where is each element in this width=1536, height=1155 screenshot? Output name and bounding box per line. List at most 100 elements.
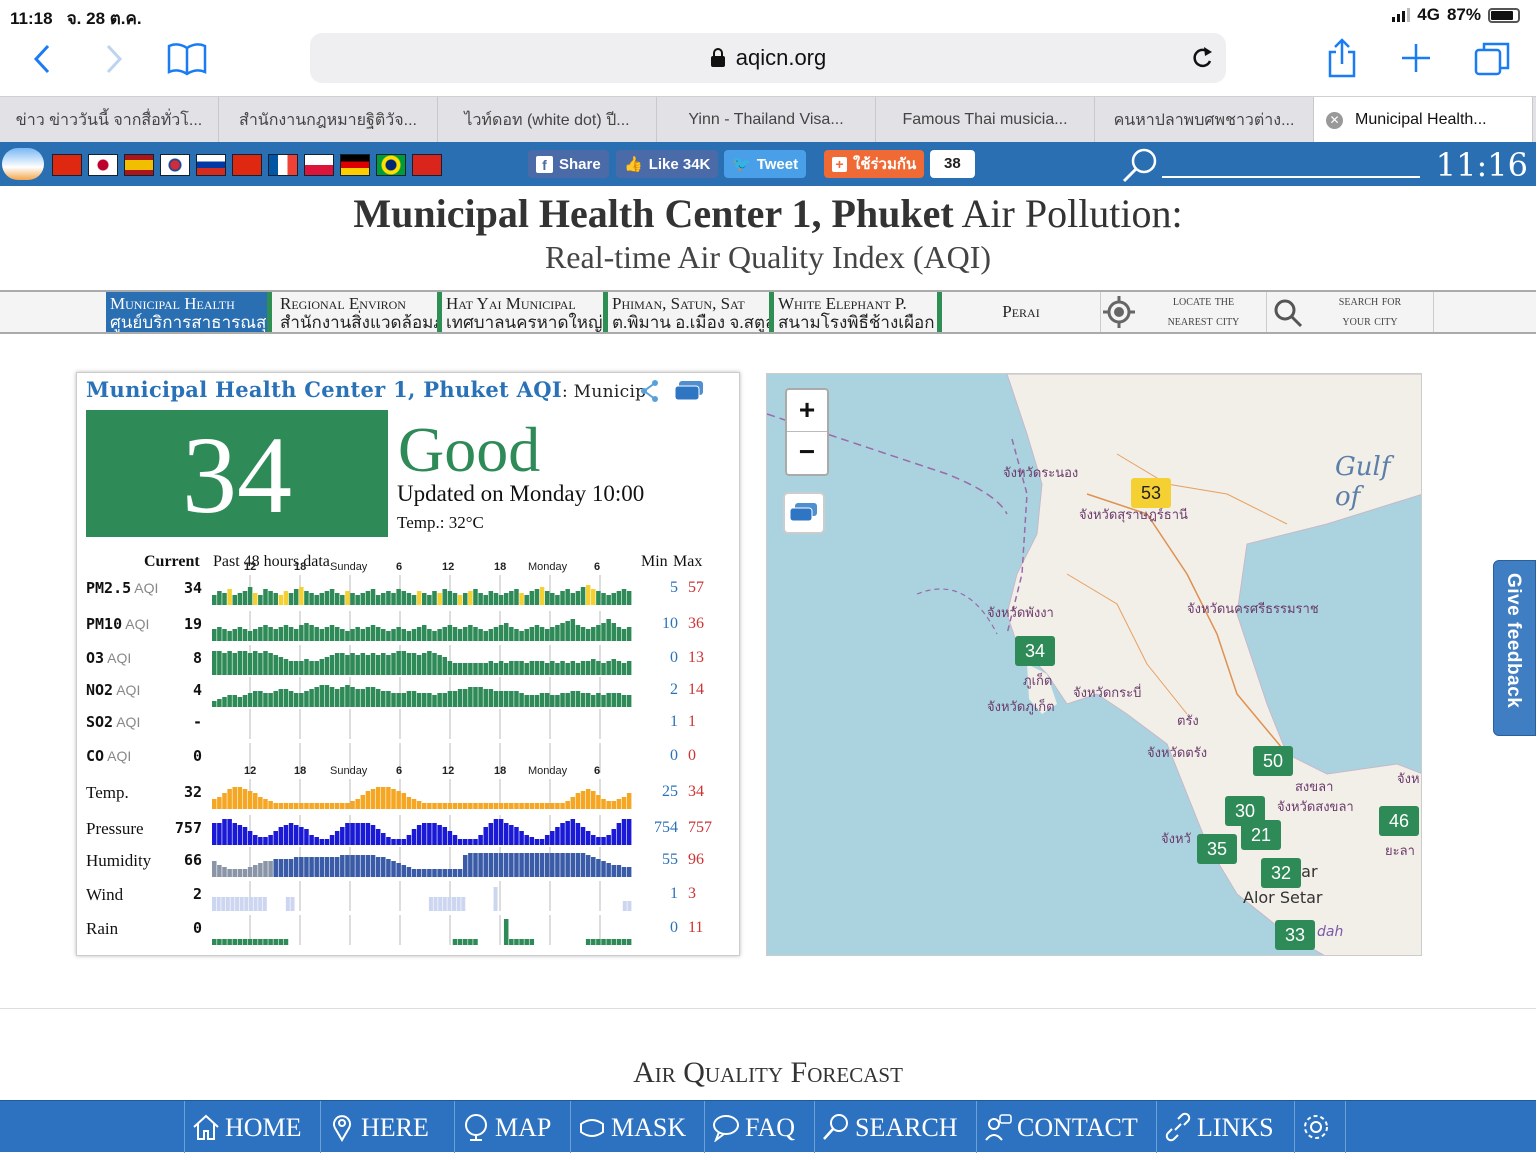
site-search-input[interactable] xyxy=(1162,154,1420,178)
history-bar xyxy=(427,693,432,707)
flag-vietnam-icon[interactable] xyxy=(412,154,442,176)
station-link-white-elephant[interactable]: White Elephant P. สนามโรงพิธีช้างเผือก ย xyxy=(774,292,942,332)
history-bar xyxy=(221,897,226,911)
history-bar xyxy=(457,663,463,675)
aqi-map[interactable]: + − Gulf of จังหวัดระนอง จังหวัดสุราษฎร์… xyxy=(766,373,1422,956)
history-bar xyxy=(242,789,248,809)
flag-hongkong-icon[interactable] xyxy=(232,154,262,176)
history-bar xyxy=(293,803,299,809)
station-link-regional-environ[interactable]: Regional Environ สำนักงานสิ่งแวดล้อมภ xyxy=(276,292,442,332)
browser-tab[interactable]: สำนักงานกฎหมายฐิติวัจ... xyxy=(219,97,438,143)
flag-korea-icon[interactable] xyxy=(160,154,190,176)
search-icon[interactable] xyxy=(1120,146,1160,184)
pollutant-row-pressure[interactable]: Pressure 757 754 757 xyxy=(86,813,712,845)
facebook-share-button[interactable]: f Share xyxy=(528,150,609,178)
thai-share-button[interactable]: + ใช้ร่วมกัน xyxy=(824,150,925,178)
flag-brazil-icon[interactable] xyxy=(376,154,406,176)
flag-china-icon[interactable] xyxy=(52,154,82,176)
history-bar xyxy=(232,823,238,845)
share-icon[interactable] xyxy=(1326,38,1358,78)
search-city-button[interactable]: search for your city xyxy=(1266,292,1434,332)
history-sparkline xyxy=(212,645,632,675)
map-label: Alor Setar xyxy=(1243,888,1323,907)
nav-home[interactable]: HOME xyxy=(184,1101,320,1153)
nav-faq[interactable]: FAQ xyxy=(704,1101,814,1153)
history-bar xyxy=(212,651,217,675)
new-tab-icon[interactable] xyxy=(1400,42,1432,74)
history-bar xyxy=(314,837,319,845)
aqi-station-marker[interactable]: 21 xyxy=(1241,820,1281,850)
history-bar xyxy=(355,655,360,675)
station-link-hat-yai[interactable]: Hat Yai Municipal เทศบาลนครหาดใหญ่ xyxy=(442,292,608,332)
nav-search[interactable]: SEARCH xyxy=(814,1101,976,1153)
browser-tab[interactable]: Famous Thai musicia... xyxy=(876,97,1095,143)
aqi-station-marker[interactable]: 35 xyxy=(1197,834,1237,864)
history-sparkline xyxy=(249,709,601,739)
pollutant-row-wind[interactable]: Wind 2 1 3 xyxy=(86,879,706,911)
history-bar xyxy=(437,655,442,675)
history-bar xyxy=(585,831,591,845)
tweet-button[interactable]: 🐦 Tweet xyxy=(724,150,807,178)
locate-nearest-city-button[interactable]: locate the nearest city xyxy=(1100,292,1266,332)
map-label: dah xyxy=(1317,924,1344,940)
pollutant-row-rain[interactable]: Rain 0 0 11 xyxy=(86,913,706,945)
aqi-station-marker[interactable]: 33 xyxy=(1275,920,1315,950)
reload-icon[interactable] xyxy=(1190,45,1214,71)
nav-mask[interactable]: MASK xyxy=(570,1101,704,1153)
flag-japan-icon[interactable] xyxy=(88,154,118,176)
history-bar xyxy=(329,687,335,707)
browser-tab-active[interactable]: ✕ Municipal Health... xyxy=(1314,97,1533,143)
pollutant-row-o3[interactable]: O3 AQI 8 0 13 xyxy=(86,643,706,675)
browser-tab[interactable]: ไวท์ดอท (white dot) ปี... xyxy=(438,97,657,143)
flag-germany-icon[interactable] xyxy=(340,154,370,176)
facebook-like-button[interactable]: 👍 Like 34K xyxy=(616,150,719,178)
history-bar xyxy=(570,853,576,877)
nav-settings[interactable] xyxy=(1294,1101,1346,1153)
unit-label: AQI xyxy=(131,580,159,596)
station-link-municipal-health[interactable]: Municipal Healthศูนย์บริการสาธารณสุข 1 xyxy=(106,292,272,332)
history-bar xyxy=(263,939,268,945)
bookmarks-icon[interactable] xyxy=(166,42,208,76)
url-bar[interactable]: aqicn.org xyxy=(310,33,1226,83)
flag-poland-icon[interactable] xyxy=(304,154,334,176)
aqi-station-marker[interactable]: 53 xyxy=(1131,478,1171,508)
min-value: 25 xyxy=(662,783,678,800)
station-link-phiman-satun[interactable]: Phiman, Satun, Sat ต.พิมาน อ.เมือง จ.สตูล xyxy=(608,292,774,332)
pollutant-row-temp[interactable]: Temp. 32 12 18 Sunday 6 12 18 Monday 6 25 34 xyxy=(86,765,706,809)
flag-russia-icon[interactable] xyxy=(196,154,226,176)
pollutant-row-pm25[interactable]: PM2.5 AQI 34 12 18 Sunday 6 12 18 Monday 6 5 57 xyxy=(86,561,706,605)
history-bar xyxy=(452,663,458,675)
pollutant-row-pm10[interactable]: PM10 AQI 19 10 36 xyxy=(86,609,706,641)
forward-icon[interactable] xyxy=(102,42,126,76)
flag-france-icon[interactable] xyxy=(268,154,298,176)
close-tab-icon[interactable]: ✕ xyxy=(1326,111,1343,129)
browser-tab[interactable]: Yinn - Thailand Visa... xyxy=(657,97,876,143)
browser-tab[interactable]: ข่าว ข่าววันนี้ จากสื่อทั่วโ... xyxy=(0,97,219,143)
history-bar xyxy=(611,829,617,845)
nav-map[interactable]: MAP xyxy=(454,1101,570,1153)
tabs-overview-icon[interactable] xyxy=(1474,40,1510,76)
nav-contact[interactable]: CONTACT xyxy=(976,1101,1156,1153)
aqi-station-marker[interactable]: 50 xyxy=(1253,746,1293,776)
history-bar xyxy=(314,661,319,675)
pollutant-row-no2[interactable]: NO2 AQI 4 2 14 xyxy=(86,675,706,707)
aqi-station-marker[interactable]: 34 xyxy=(1015,636,1055,666)
flag-spain-icon[interactable] xyxy=(124,154,154,176)
pollutant-row-so2[interactable]: SO2 AQI - 1 1 xyxy=(86,707,706,739)
layers-icon[interactable] xyxy=(673,379,705,403)
zoom-out-button[interactable]: − xyxy=(787,432,827,474)
aqi-station-marker[interactable]: 46 xyxy=(1379,806,1419,836)
map-layers-button[interactable] xyxy=(783,492,825,534)
nav-here[interactable]: HERE xyxy=(320,1101,454,1153)
nav-links[interactable]: LINKS xyxy=(1156,1101,1294,1153)
back-icon[interactable] xyxy=(30,42,54,76)
pollutant-row-humidity[interactable]: Humidity 66 55 96 xyxy=(86,845,706,877)
share-network-icon[interactable] xyxy=(639,379,663,403)
station-link-perai[interactable]: Perai xyxy=(944,292,1098,332)
browser-tab[interactable]: คนหาปลาพบศพชาวต่าง... xyxy=(1095,97,1314,143)
give-feedback-tab[interactable]: Give feedback xyxy=(1493,560,1536,736)
like-label: Like 34K xyxy=(648,155,711,173)
zoom-in-button[interactable]: + xyxy=(787,390,827,432)
history-bar xyxy=(550,853,555,877)
aqi-station-marker[interactable]: 32 xyxy=(1261,858,1301,888)
